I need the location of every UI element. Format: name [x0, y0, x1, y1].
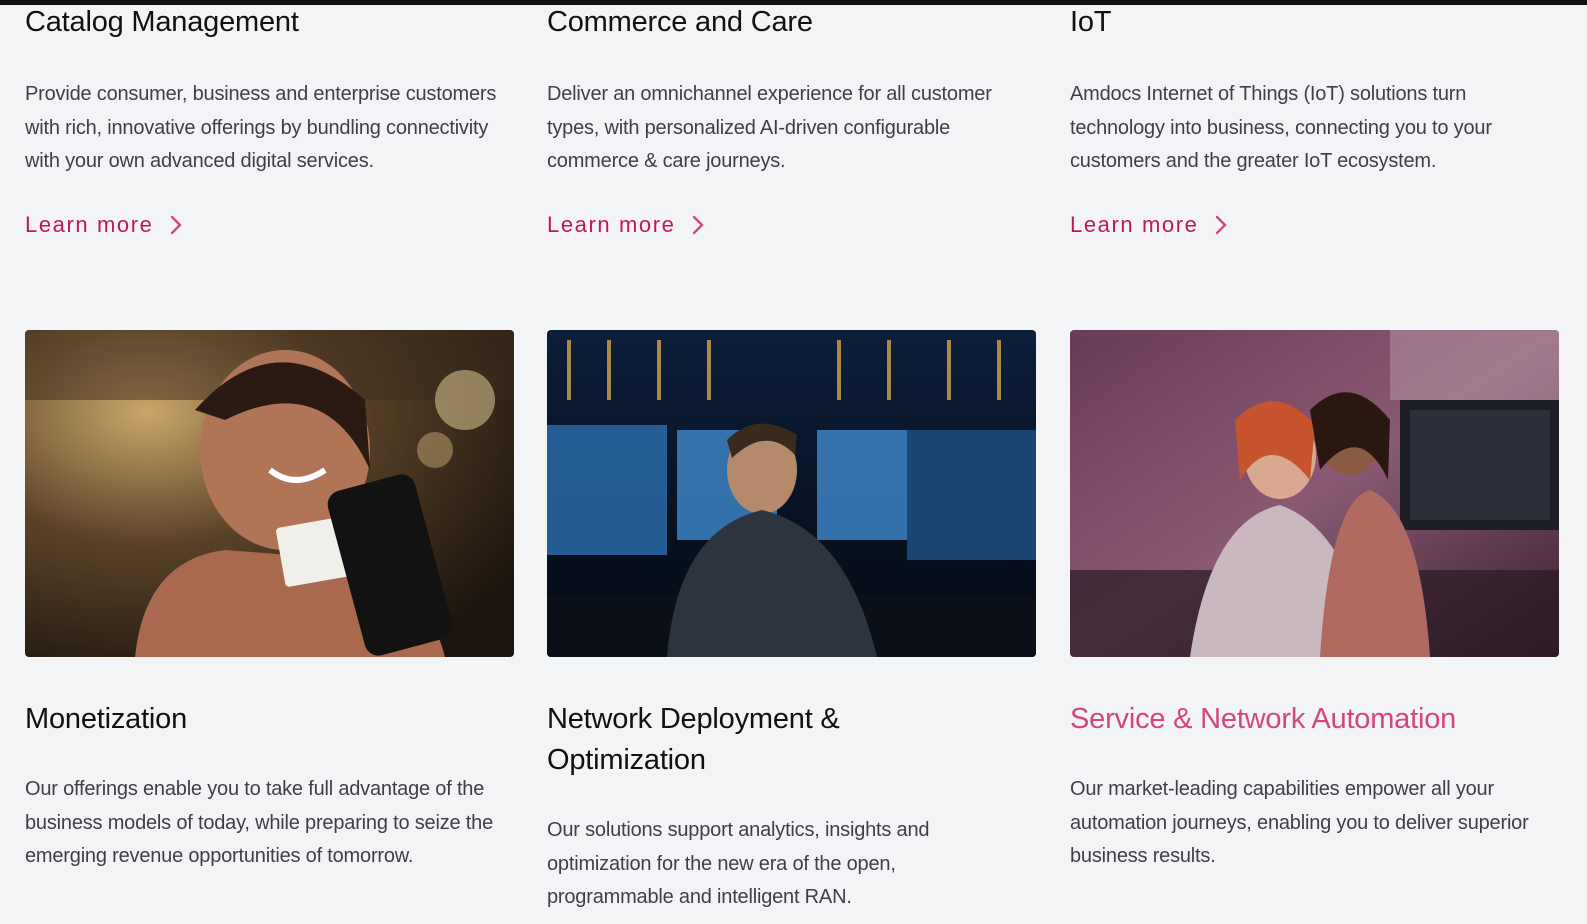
card-description: Provide consumer, business and enterpris… [25, 83, 497, 172]
learn-more-label: Learn more [1070, 211, 1199, 237]
card-description: Our market-leading capabilities empower … [1070, 778, 1529, 867]
woman-with-phone-photo [25, 330, 514, 657]
card-title[interactable]: Service & Network Automation [1070, 699, 1560, 740]
card-description: Amdocs Internet of Things (IoT) solution… [1070, 83, 1492, 172]
card-commerce-and-care: Commerce and Care Deliver an omnichannel… [547, 2, 1037, 238]
card-network-deployment: Network Deployment & Optimization Our so… [547, 699, 930, 915]
card-title: Network Deployment & Optimization [547, 703, 840, 776]
learn-more-link[interactable]: Learn more [547, 212, 704, 238]
automation-image[interactable] [1070, 330, 1559, 657]
learn-more-link[interactable]: Learn more [25, 212, 182, 238]
card-title: IoT [1070, 6, 1112, 38]
card-catalog-management: Catalog Management Provide consumer, bus… [25, 2, 515, 238]
card-title: Commerce and Care [547, 6, 813, 38]
card-description: Deliver an omnichannel experience for al… [547, 83, 992, 172]
learn-more-label: Learn more [25, 211, 154, 237]
card-monetization: Monetization Our offerings enable you to… [25, 699, 515, 874]
card-description: Our offerings enable you to take full ad… [25, 778, 493, 867]
card-title: Catalog Management [25, 6, 299, 38]
card-iot: IoT Amdocs Internet of Things (IoT) solu… [1070, 2, 1560, 238]
card-description: Our solutions support analytics, insight… [547, 819, 930, 908]
learn-more-link[interactable]: Learn more [1070, 212, 1227, 238]
chevron-right-icon [1215, 215, 1227, 234]
card-title: Monetization [25, 703, 188, 735]
chevron-right-icon [692, 215, 704, 234]
network-image[interactable] [547, 330, 1036, 657]
learn-more-label: Learn more [547, 211, 676, 237]
engineer-at-monitors-photo [547, 330, 1036, 657]
monetization-image[interactable] [25, 330, 514, 657]
chevron-right-icon [170, 215, 182, 234]
women-at-computers-photo [1070, 330, 1559, 657]
card-service-network-automation: Service & Network Automation Our market-… [1070, 699, 1560, 874]
